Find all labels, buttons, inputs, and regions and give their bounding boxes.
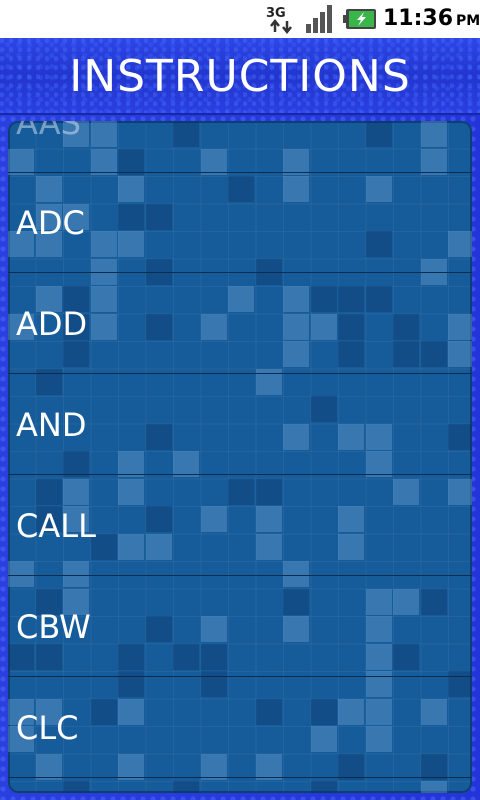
list-item-label: AND — [16, 406, 87, 444]
list-item-label: AAS — [16, 121, 81, 142]
list-item-clc[interactable]: CLC — [8, 678, 472, 778]
clock-time: 11:36 — [383, 6, 454, 31]
background-tile — [420, 781, 447, 793]
battery-charging-icon — [343, 9, 376, 29]
background-tile — [173, 781, 199, 793]
page-title: INSTRUCTIONS — [69, 51, 411, 102]
list-item-label: CALL — [16, 507, 96, 545]
status-bar: 3G 11:36 PM — [0, 0, 480, 38]
list-item-label: ADD — [16, 305, 88, 343]
signal-strength-icon — [306, 5, 332, 33]
list-item-cbw[interactable]: CBW — [8, 577, 472, 677]
list-item-label: CBW — [16, 608, 91, 646]
list-item-add[interactable]: ADD — [8, 274, 472, 374]
list-item-call[interactable]: CALL — [8, 476, 472, 576]
svg-text:3G: 3G — [266, 6, 286, 21]
instruction-list[interactable]: AAS ADC ADD AND CALL CBW CLC — [8, 121, 472, 793]
list-item-partial[interactable]: AAS — [8, 121, 472, 173]
3g-data-icon: 3G — [265, 4, 299, 34]
background-tile — [310, 781, 337, 793]
status-clock: 11:36 PM — [383, 5, 480, 35]
background-tile — [63, 781, 89, 793]
clock-ampm: PM — [456, 13, 480, 29]
title-bar: INSTRUCTIONS — [0, 38, 480, 115]
list-item-label: CLC — [16, 709, 79, 747]
list-item-label: ADC — [16, 204, 85, 242]
list-item-adc[interactable]: ADC — [8, 173, 472, 273]
list-item-and[interactable]: AND — [8, 375, 472, 475]
